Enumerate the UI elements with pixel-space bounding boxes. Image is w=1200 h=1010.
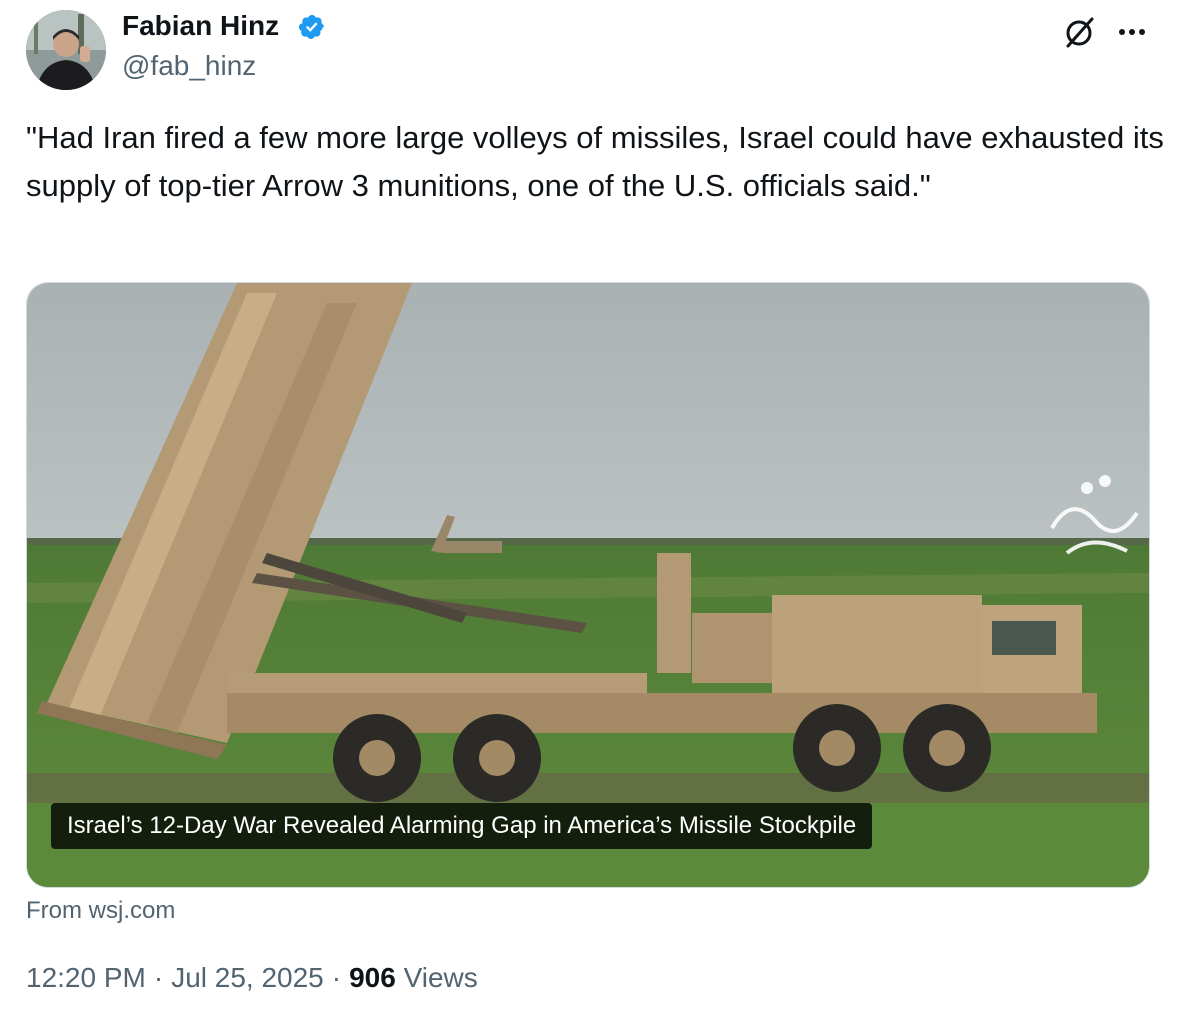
media-caption: Israel’s 12-Day War Revealed Alarming Ga… (51, 803, 873, 849)
more-options-icon[interactable] (1114, 14, 1150, 50)
author-name[interactable]: Fabian Hinz (122, 8, 279, 44)
tweet-text: "Had Iran fired a few more large volleys… (26, 120, 1164, 203)
verified-badge-icon[interactable] (298, 13, 326, 41)
tweet-time[interactable]: 12:20 PM (26, 962, 146, 993)
separator-dot: · (153, 962, 164, 993)
media-image (27, 283, 1149, 887)
separator-dot: · (331, 962, 342, 993)
author-handle[interactable]: @fab_hinz (122, 48, 256, 84)
tweet-date[interactable]: Jul 25, 2025 (171, 962, 324, 993)
media-card[interactable]: Israel’s 12-Day War Revealed Alarming Ga… (26, 282, 1150, 888)
avatar-image (26, 10, 106, 90)
grok-icon[interactable] (1062, 14, 1098, 50)
tweet-meta: 12:20 PM · Jul 25, 2025 · 906 Views (26, 960, 478, 996)
views-label: Views (403, 962, 478, 993)
tweet: Fabian Hinz @fab_hinz "Had Iran fired a … (0, 0, 1200, 1010)
views-count: 906 (349, 962, 396, 993)
source-link[interactable]: From wsj.com (26, 896, 175, 926)
avatar[interactable] (26, 10, 106, 90)
